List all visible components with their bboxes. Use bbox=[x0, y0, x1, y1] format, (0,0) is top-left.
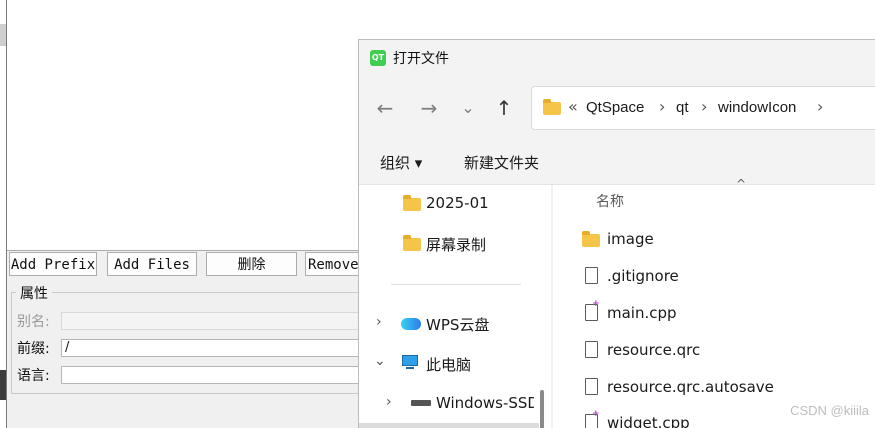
breadcrumb-qtspace[interactable]: QtSpace bbox=[586, 99, 644, 116]
computer-icon bbox=[406, 367, 414, 369]
cpp-file-icon: + bbox=[592, 409, 600, 419]
breadcrumb-separator[interactable]: › bbox=[701, 97, 707, 116]
breadcrumb-separator[interactable]: › bbox=[817, 97, 823, 116]
file-item-resource-qrc-autosave[interactable]: resource.qrc.autosave bbox=[607, 378, 774, 396]
nav-item-screen-recording[interactable]: 屏幕录制 bbox=[426, 234, 486, 255]
nav-item-highlight bbox=[359, 423, 539, 428]
folder-icon bbox=[403, 195, 421, 211]
up-arrow-icon[interactable]: ↑ bbox=[492, 96, 516, 120]
nav-item-this-pc[interactable]: 此电脑 bbox=[426, 354, 471, 375]
editor-side-tab bbox=[0, 24, 6, 46]
dialog-title: 打开文件 bbox=[393, 51, 449, 67]
new-folder-button[interactable]: 新建文件夹 bbox=[464, 152, 539, 173]
chevron-right-icon[interactable]: › bbox=[386, 394, 392, 410]
open-file-dialog: QT 打开文件 ← → ⌄ ↑ « QtSpace › qt › windowI… bbox=[358, 39, 875, 428]
chevron-down-icon[interactable]: ⌄ bbox=[374, 353, 386, 369]
delete-button[interactable]: 删除 bbox=[206, 252, 297, 276]
computer-icon bbox=[402, 355, 418, 366]
add-prefix-button[interactable]: Add Prefix bbox=[9, 252, 97, 276]
breadcrumb-separator[interactable]: › bbox=[659, 97, 665, 116]
nav-item-wps-cloud[interactable]: WPS云盘 bbox=[426, 314, 489, 335]
alias-field[interactable] bbox=[61, 312, 361, 330]
recent-locations-icon[interactable]: ⌄ bbox=[456, 96, 480, 120]
file-item-image[interactable]: image bbox=[607, 230, 654, 248]
organize-menu-button[interactable]: 组织 ▾ bbox=[380, 152, 422, 173]
file-item-main-cpp[interactable]: main.cpp bbox=[607, 304, 677, 322]
chevron-right-icon[interactable]: › bbox=[376, 314, 382, 330]
column-header-name[interactable]: 名称 bbox=[596, 191, 624, 211]
navigation-pane bbox=[359, 185, 549, 428]
file-icon bbox=[585, 267, 598, 284]
pane-splitter[interactable] bbox=[551, 185, 553, 428]
language-field[interactable] bbox=[61, 366, 361, 384]
prefix-label: 前缀: bbox=[17, 341, 50, 357]
folder-icon bbox=[543, 99, 561, 115]
command-bar bbox=[359, 142, 875, 185]
file-item-resource-qrc[interactable]: resource.qrc bbox=[607, 341, 700, 359]
add-files-button[interactable]: Add Files bbox=[107, 252, 197, 276]
editor-side-tab-dark bbox=[0, 370, 6, 400]
folder-icon bbox=[582, 231, 600, 247]
file-item-widget-cpp[interactable]: widget.cpp bbox=[607, 414, 690, 428]
file-icon bbox=[585, 378, 598, 395]
cloud-icon bbox=[401, 318, 421, 330]
breadcrumb-overflow[interactable]: « bbox=[568, 97, 578, 116]
csdn-watermark: CSDN @kiiila bbox=[790, 403, 869, 418]
breadcrumb-windowicon[interactable]: windowIcon bbox=[718, 99, 796, 116]
qt-logo-icon: QT bbox=[370, 50, 386, 66]
drive-icon bbox=[411, 400, 431, 406]
cpp-file-icon: + bbox=[592, 299, 600, 309]
editor-bottom-strip bbox=[7, 400, 367, 428]
nav-pane-scrollbar[interactable] bbox=[540, 390, 544, 428]
language-label: 语言: bbox=[17, 368, 50, 384]
nav-item-windows-ssd[interactable]: Windows-SSD bbox=[436, 394, 534, 412]
nav-item-2025-01[interactable]: 2025-01 bbox=[426, 194, 489, 212]
back-arrow-icon[interactable]: ← bbox=[373, 96, 397, 120]
folder-icon bbox=[403, 235, 421, 251]
sort-ascending-icon: ^ bbox=[736, 177, 747, 191]
breadcrumb-qt[interactable]: qt bbox=[676, 99, 689, 116]
nav-divider bbox=[391, 284, 521, 285]
forward-arrow-icon[interactable]: → bbox=[417, 96, 441, 120]
file-item-gitignore[interactable]: .gitignore bbox=[607, 267, 679, 285]
prefix-field[interactable]: / bbox=[61, 339, 361, 357]
properties-group-title: 属性 bbox=[16, 283, 52, 303]
file-icon bbox=[585, 341, 598, 358]
alias-label: 别名: bbox=[17, 314, 50, 330]
